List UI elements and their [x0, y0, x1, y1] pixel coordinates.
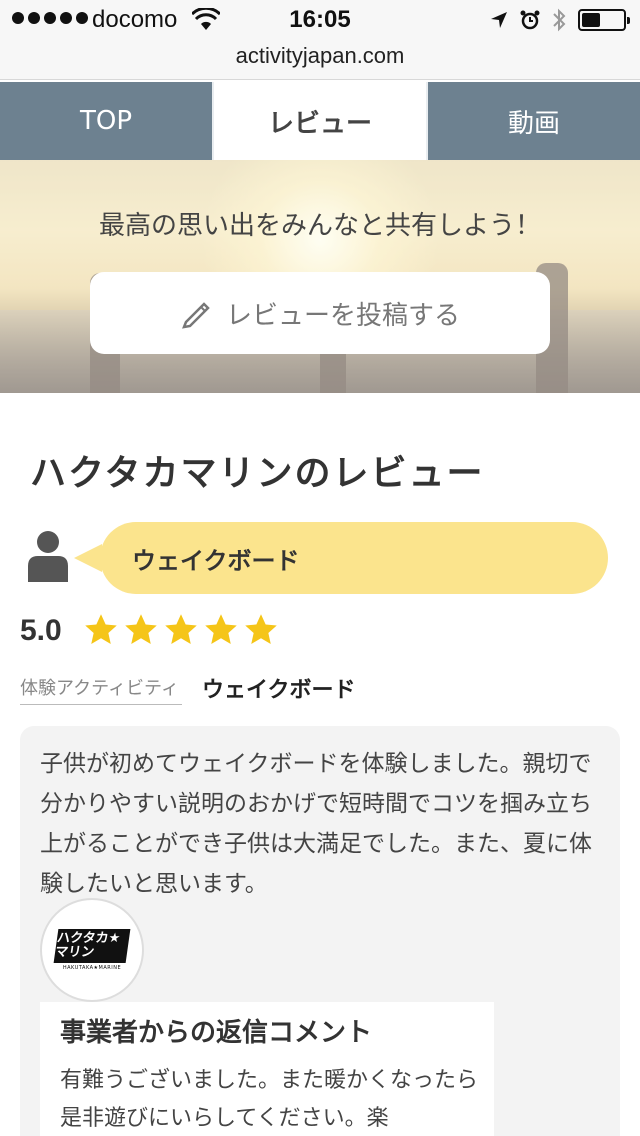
battery-icon [578, 9, 630, 31]
tab-videos[interactable]: 動画 [428, 82, 640, 160]
bluetooth-icon [553, 8, 566, 32]
star-icon [85, 614, 117, 644]
tab-bar: TOP レビュー 動画 [0, 82, 640, 160]
star-icon [205, 614, 237, 644]
activity-value: ウェイクボード [202, 678, 356, 703]
reply-body: 有難うございました。また暖かくなったら是非遊びにいらしてください。楽 [60, 1068, 479, 1131]
star-icon [165, 614, 197, 644]
activity-bubble: ウェイクボード [100, 522, 608, 594]
provider-logo-mark: ハクタカ★マリン [53, 929, 131, 963]
tab-top[interactable]: TOP [0, 82, 214, 160]
url-bar[interactable]: activityjapan.com [0, 40, 640, 80]
provider-logo-subtext: HAKUTAKA★MARINE [62, 965, 122, 971]
battery-level [582, 13, 600, 27]
post-review-label: レビューを投稿する [225, 300, 460, 331]
activity-label: 体験アクティビティ [20, 674, 182, 705]
star-rating [82, 612, 280, 648]
post-review-button[interactable]: レビューを投稿する [90, 272, 550, 354]
status-bar: docomo 16:05 [0, 0, 640, 40]
rating-score: 5.0 [20, 614, 62, 647]
hero-banner: 最高の思い出をみんなと共有しよう！ レビューを投稿する [0, 160, 640, 393]
star-icon [245, 614, 277, 644]
pencil-icon [181, 302, 210, 329]
bubble-tail [74, 544, 102, 572]
review-body: 子供が初めてウェイクボードを体験しました。親切で分かりやすい説明のおかげで短時間… [40, 751, 592, 897]
page-title: ハクタカマリンのレビュー [30, 453, 485, 494]
provider-logo: ハクタカ★マリン HAKUTAKA★MARINE [40, 898, 144, 1002]
alarm-icon [520, 10, 540, 30]
star-icon [125, 614, 157, 644]
location-arrow-icon [491, 12, 507, 28]
user-avatar-icon [28, 531, 68, 582]
reply-title: 事業者からの返信コメント [60, 1018, 373, 1048]
tab-reviews[interactable]: レビュー [214, 82, 428, 160]
hero-title: 最高の思い出をみんなと共有しよう！ [98, 211, 541, 241]
